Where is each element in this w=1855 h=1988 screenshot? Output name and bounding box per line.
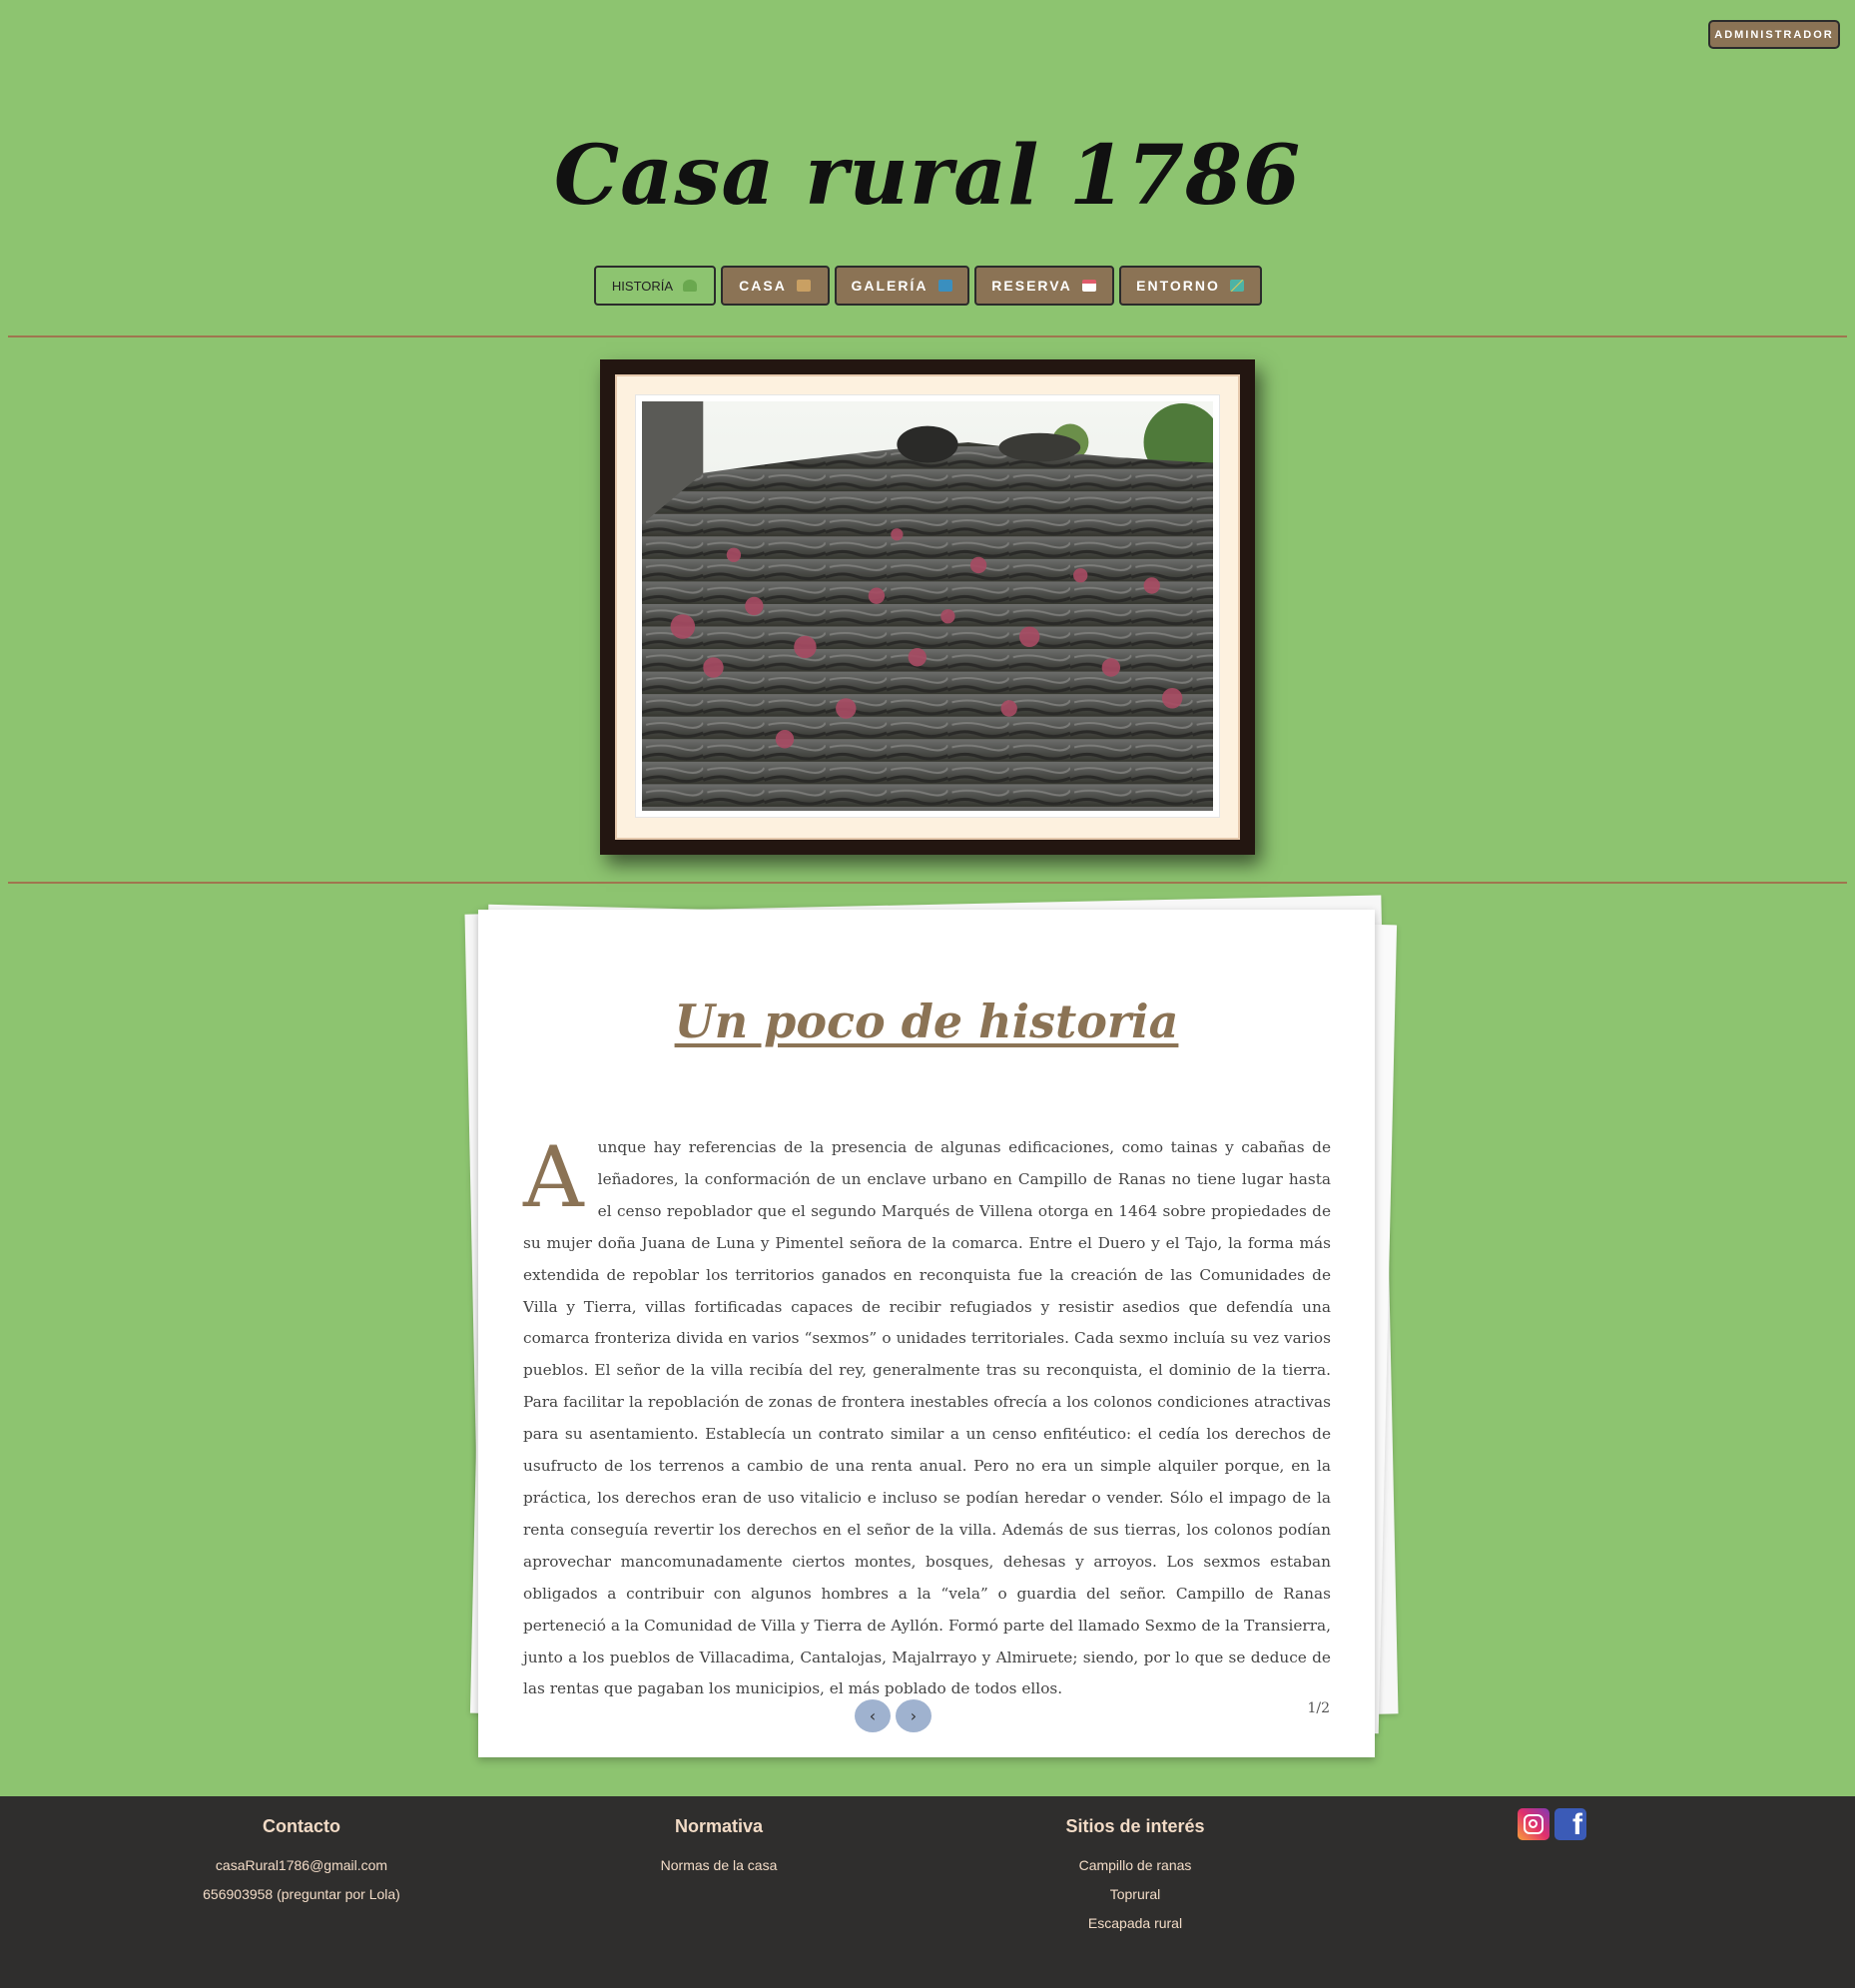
next-page-button[interactable]: ›	[896, 1699, 931, 1732]
footer-heading: Contacto	[263, 1816, 340, 1836]
history-article: Un poco de historia Aunque hay referenci…	[478, 910, 1375, 1757]
photo-border	[635, 394, 1220, 818]
nav-historia[interactable]: HISTORÍA	[593, 266, 716, 306]
house-rules-link[interactable]: Normas de la casa	[569, 1851, 869, 1880]
slate-roof-photo	[642, 401, 1213, 811]
footer-sites: Sitios de interés Campillo de ranas Topr…	[985, 1816, 1285, 1938]
nav-label: CASA	[739, 278, 787, 294]
footer-contact: Contacto casaRural1786@gmail.com 6569039…	[152, 1816, 451, 1909]
nav-galeria[interactable]: GALERÍA	[834, 266, 969, 306]
contact-email-link[interactable]: casaRural1786@gmail.com	[152, 1851, 451, 1880]
drop-cap: A	[523, 1128, 584, 1226]
tree-icon	[683, 280, 698, 292]
social-links: f	[1518, 1808, 1586, 1840]
nav-reserva[interactable]: RESERVA	[973, 266, 1114, 306]
house-icon	[796, 280, 811, 292]
photo-mat	[615, 374, 1240, 840]
instagram-icon[interactable]	[1518, 1808, 1549, 1840]
photo-frame	[600, 359, 1255, 855]
article-paragraph: unque hay referencias de la presencia de…	[523, 1138, 1331, 1698]
picture-icon	[937, 280, 952, 292]
page-indicator: 1/2	[1307, 1700, 1330, 1716]
site-title: Casa rural 1786	[553, 128, 1302, 224]
nav-label: RESERVA	[991, 278, 1072, 294]
pagination: ‹ ›	[855, 1699, 931, 1732]
nav-label: GALERÍA	[851, 278, 928, 294]
middle-divider	[8, 882, 1847, 884]
map-icon	[1229, 280, 1244, 292]
facebook-icon[interactable]: f	[1554, 1808, 1586, 1840]
prev-page-button[interactable]: ‹	[855, 1699, 891, 1732]
site-link-escapada[interactable]: Escapada rural	[985, 1909, 1285, 1938]
nav-label: ENTORNO	[1136, 278, 1220, 294]
site-link-campillo[interactable]: Campillo de ranas	[985, 1851, 1285, 1880]
footer-rules: Normativa Normas de la casa	[569, 1816, 869, 1880]
calendar-icon	[1081, 280, 1096, 292]
admin-button[interactable]: ADMINISTRADOR	[1708, 20, 1840, 49]
site-link-toprural[interactable]: Toprural	[985, 1880, 1285, 1909]
nav-entorno[interactable]: ENTORNO	[1118, 266, 1262, 306]
article-title: Un poco de historia	[674, 994, 1179, 1048]
nav-casa[interactable]: CASA	[720, 266, 830, 306]
contact-phone: 656903958 (preguntar por Lola)	[203, 1886, 400, 1902]
main-nav: HISTORÍA CASA GALERÍA RESERVA ENTORNO	[0, 266, 1855, 306]
article-body: Aunque hay referencias de la presencia d…	[523, 1132, 1331, 1705]
footer-heading: Normativa	[674, 1816, 764, 1836]
footer-heading: Sitios de interés	[1065, 1816, 1205, 1836]
nav-label: HISTORÍA	[611, 278, 674, 294]
top-divider	[8, 335, 1847, 337]
